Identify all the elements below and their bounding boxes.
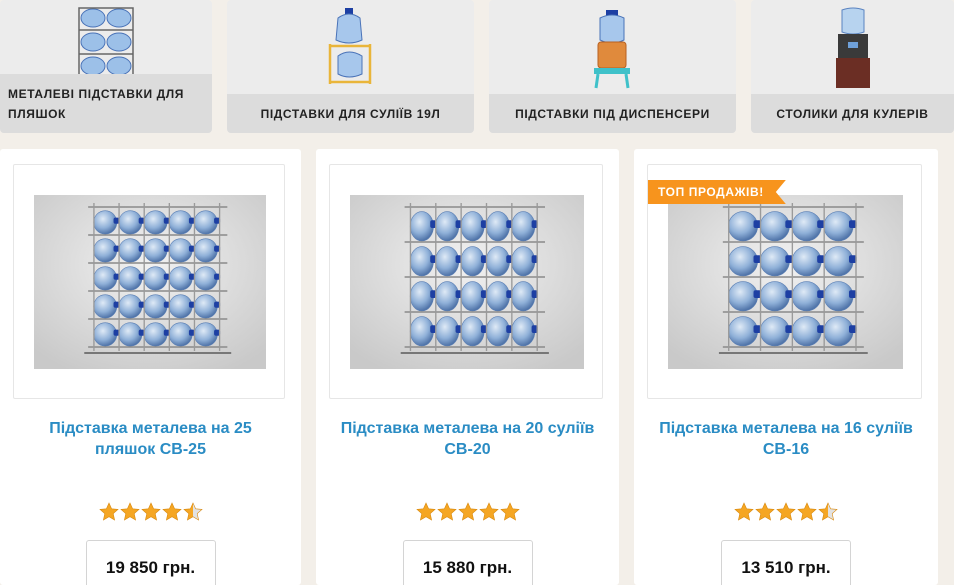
dispenser-stand-image <box>578 4 648 90</box>
product-title-link[interactable]: Підставка металева на 20 суліїв СВ-20 <box>334 418 601 460</box>
star-icon <box>818 502 838 521</box>
product-card[interactable]: ТОП ПРОДАЖІВ! Підставка металева на 16 с… <box>634 149 938 585</box>
star-icon <box>98 502 119 521</box>
star-icon <box>415 502 436 521</box>
star-icon <box>140 502 161 521</box>
bottle-rack-photo <box>668 195 903 369</box>
rating-stars <box>0 502 301 521</box>
star-icon <box>734 502 754 521</box>
product-photo <box>668 195 903 369</box>
rating-stars <box>316 502 619 521</box>
rating-stars <box>634 502 938 521</box>
star-icon <box>436 502 457 521</box>
category-label: ПІДСТАВКИ ДЛЯ СУЛІЇВ 19Л <box>227 94 474 133</box>
price-box: 13 510 грн. <box>721 540 851 585</box>
star-icon <box>478 502 499 521</box>
cooler-table-image <box>818 4 888 90</box>
star-icon <box>161 502 182 521</box>
category-tile-cooler-tables[interactable]: СТОЛИКИ ДЛЯ КУЛЕРІВ <box>751 0 954 133</box>
category-tile-stands-19l[interactable]: ПІДСТАВКИ ДЛЯ СУЛІЇВ 19Л <box>227 0 474 133</box>
category-label: ПІДСТАВКИ ПІД ДИСПЕНСЕРИ <box>489 94 736 133</box>
bottle-rack-photo <box>34 195 266 369</box>
star-icon <box>119 502 140 521</box>
star-icon <box>797 502 817 521</box>
product-card[interactable]: Підставка металева на 20 суліїв СВ-20 15… <box>316 149 619 585</box>
star-icon <box>755 502 775 521</box>
product-image-frame[interactable] <box>329 164 603 399</box>
star-icon <box>499 502 520 521</box>
product-image-frame[interactable]: ТОП ПРОДАЖІВ! <box>647 164 922 399</box>
category-tile-dispenser-stands[interactable]: ПІДСТАВКИ ПІД ДИСПЕНСЕРИ <box>489 0 736 133</box>
product-title-link[interactable]: Підставка металева на 25 пляшок СВ-25 <box>18 418 283 460</box>
star-icon <box>457 502 478 521</box>
bottle-rack-photo <box>350 195 584 369</box>
product-photo <box>350 195 584 369</box>
category-label: МЕТАЛЕВІ ПІДСТАВКИ ДЛЯ ПЛЯШОК <box>0 74 212 133</box>
product-photo <box>34 195 266 369</box>
star-icon <box>776 502 796 521</box>
category-label: СТОЛИКИ ДЛЯ КУЛЕРІВ <box>751 94 954 133</box>
product-card[interactable]: Підставка металева на 25 пляшок СВ-25 19… <box>0 149 301 585</box>
top-sales-badge: ТОП ПРОДАЖІВ! <box>648 180 786 204</box>
product-title-link[interactable]: Підставка металева на 16 суліїв СВ-16 <box>652 418 920 460</box>
price-box: 19 850 грн. <box>85 540 216 585</box>
star-icon <box>182 502 203 521</box>
category-tile-bottle-racks[interactable]: МЕТАЛЕВІ ПІДСТАВКИ ДЛЯ ПЛЯШОК <box>0 0 212 133</box>
product-image-frame[interactable] <box>13 164 285 399</box>
bottle-stand-image <box>316 4 386 90</box>
price-box: 15 880 грн. <box>402 540 533 585</box>
